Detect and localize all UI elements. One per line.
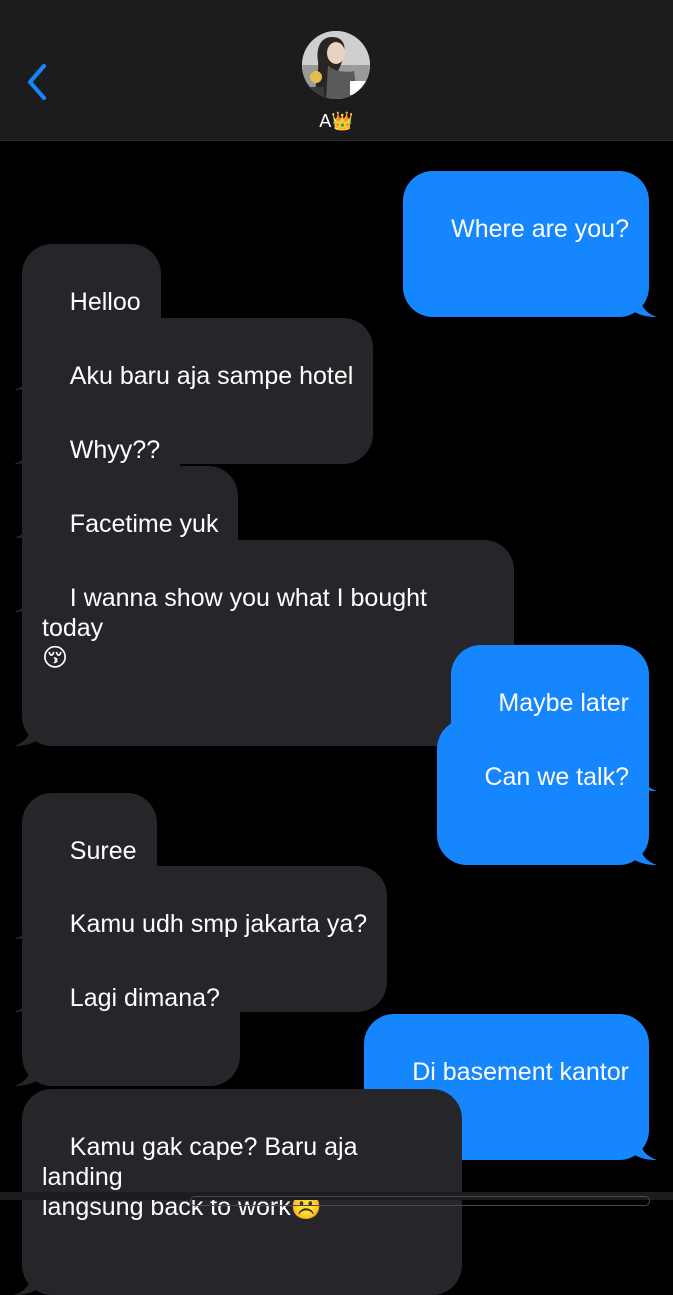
- bubble-tail: [631, 839, 657, 865]
- message-bubble[interactable]: I wanna show you what I bought today 😚: [14, 540, 514, 746]
- message-text: Aku baru aja sampe hotel: [69, 362, 354, 390]
- message-text: Di basement kantor: [412, 1058, 629, 1086]
- message-text: Suree: [69, 837, 137, 865]
- bubble-tail: [14, 720, 40, 746]
- message-text: Maybe later: [498, 689, 629, 717]
- message-bubble[interactable]: Where are you?: [403, 171, 657, 317]
- bubble-tail: [631, 291, 657, 317]
- message-bubble[interactable]: Can we talk?: [436, 719, 657, 865]
- message-list: Where are you? Helloo Aku baru aja sampe…: [0, 0, 673, 1295]
- message-text: Helloo: [69, 288, 141, 316]
- message-text: Kamu udh smp jakarta ya?: [69, 910, 368, 938]
- message-text: Can we talk?: [484, 763, 629, 791]
- bubble-tail: [14, 1060, 40, 1086]
- message-text: I wanna show you what I bought today 😚: [42, 584, 427, 672]
- message-text: Kamu gak cape? Baru aja landing langsung…: [42, 1133, 358, 1221]
- bubble-tail: [14, 1269, 40, 1295]
- message-text: Where are you?: [451, 215, 629, 243]
- message-text: Lagi dimana?: [69, 984, 220, 1012]
- message-input[interactable]: [190, 1196, 650, 1206]
- bubble-tail: [631, 1134, 657, 1160]
- message-text: Whyy??: [69, 436, 161, 464]
- message-text: Facetime yuk: [69, 510, 219, 538]
- message-bubble[interactable]: Lagi dimana?: [14, 940, 240, 1086]
